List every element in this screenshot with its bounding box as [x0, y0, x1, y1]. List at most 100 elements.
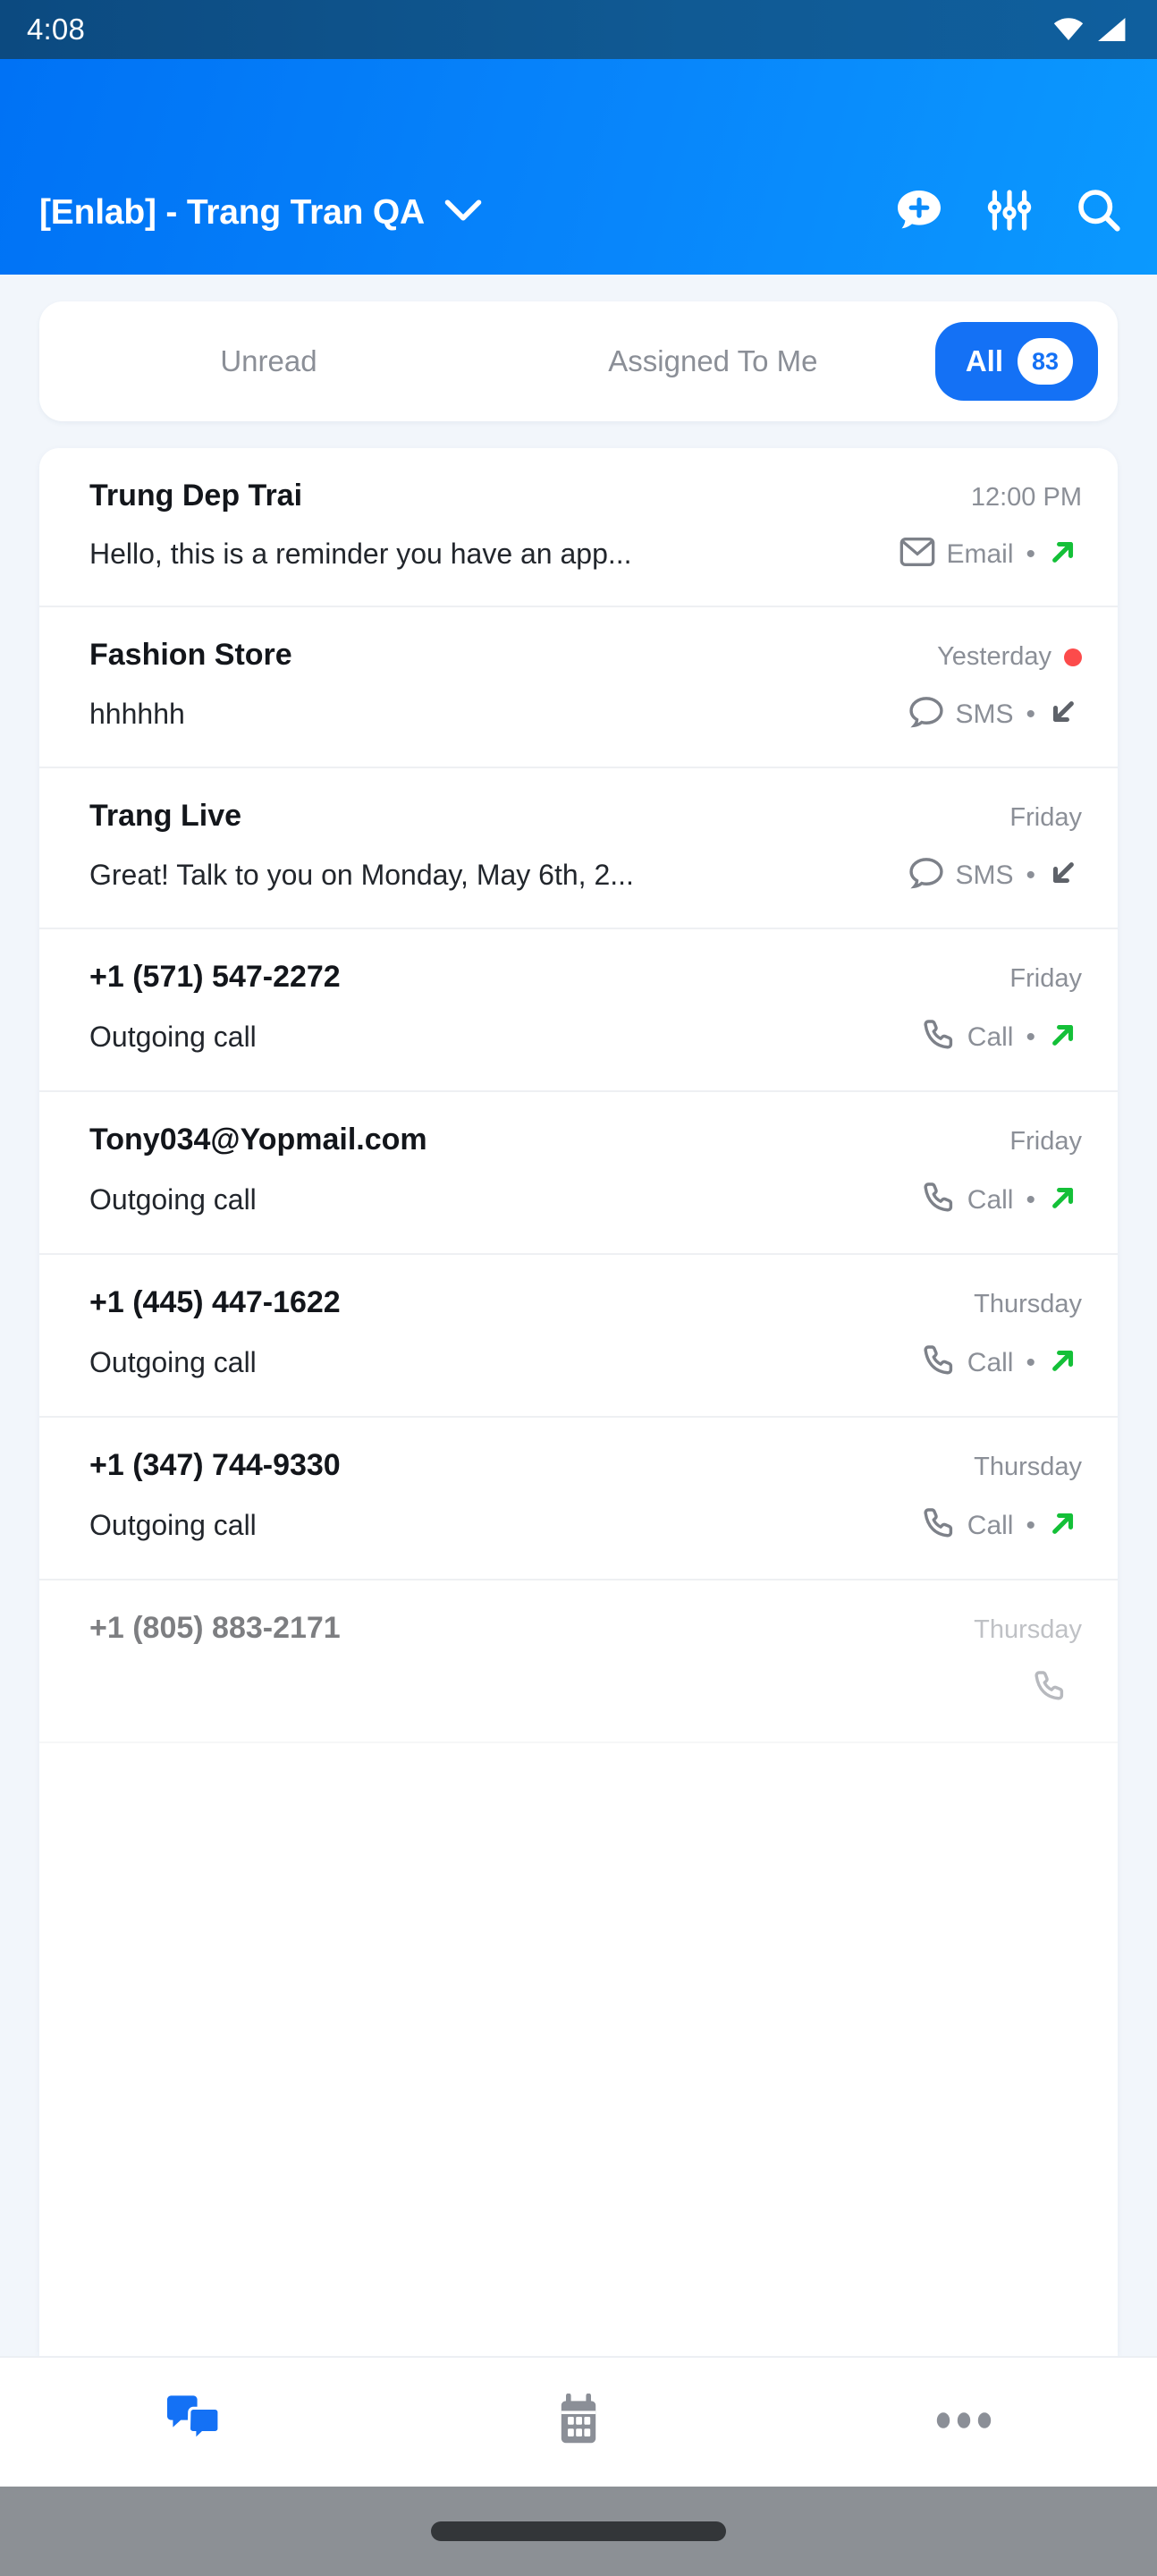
conversation-channel-meta: Call •	[921, 1343, 1082, 1382]
conversation-row[interactable]: +1 (445) 447-1622 Thursday Outgoing call…	[39, 1255, 1118, 1418]
conversation-preview: Outgoing call	[89, 1021, 257, 1053]
conversation-name: Trung Dep Trai	[89, 479, 303, 513]
tab-assigned-to-me[interactable]: Assigned To Me	[491, 344, 935, 378]
conversation-row[interactable]: +1 (571) 547-2272 Friday Outgoing call C…	[39, 929, 1118, 1092]
arrow-up-right-icon	[1048, 537, 1078, 572]
conversation-channel-meta: SMS •	[908, 857, 1082, 894]
chevron-down-icon[interactable]	[444, 199, 482, 226]
tab-all-count-badge: 83	[1018, 338, 1074, 385]
sms-bubble-icon	[908, 696, 944, 733]
cellular-signal-icon	[1098, 18, 1127, 41]
search-icon[interactable]	[1077, 188, 1121, 237]
conversation-name: +1 (347) 744-9330	[89, 1448, 341, 1482]
tab-all-label: All	[965, 344, 1004, 377]
wifi-icon	[1053, 18, 1084, 41]
status-bar-clock: 4:08	[27, 13, 86, 46]
tab-all[interactable]: All 83	[934, 322, 1099, 401]
conversation-row[interactable]: +1 (805) 883-2171 Thursday	[39, 1580, 1118, 1743]
conversation-channel-meta: Call •	[921, 1506, 1082, 1545]
conversation-name: Fashion Store	[89, 638, 292, 672]
conversation-row[interactable]: +1 (347) 744-9330 Thursday Outgoing call…	[39, 1418, 1118, 1580]
conversation-time: Friday	[1009, 1127, 1082, 1156]
new-message-icon[interactable]	[896, 189, 942, 236]
meta-separator: •	[1026, 1510, 1035, 1540]
arrow-up-right-icon	[1048, 1345, 1078, 1380]
meta-separator: •	[1026, 538, 1035, 569]
conversation-preview: Hello, this is a reminder you have an ap…	[89, 538, 632, 570]
conversation-channel-label: Call	[967, 1510, 1014, 1540]
phone-icon	[1032, 1669, 1068, 1707]
conversation-time: Thursday	[974, 1290, 1082, 1318]
conversation-channel-meta: Call •	[921, 1181, 1082, 1219]
arrow-up-right-icon	[1048, 1508, 1078, 1543]
arrow-up-right-icon	[1048, 1020, 1078, 1055]
calendar-icon	[555, 2393, 602, 2452]
conversation-preview: Outgoing call	[89, 1346, 257, 1378]
conversation-channel-meta: Call •	[921, 1018, 1082, 1056]
status-bar: 4:08	[0, 0, 1157, 59]
account-title: [Enlab] - Trang Tran QA	[39, 192, 425, 232]
conversation-channel-meta	[1032, 1669, 1082, 1707]
arrow-down-left-icon	[1048, 858, 1078, 893]
conversation-time: Thursday	[974, 1615, 1082, 1644]
phone-icon	[921, 1181, 957, 1219]
sms-bubble-icon	[908, 857, 944, 894]
meta-separator: •	[1026, 699, 1035, 729]
system-gesture-bar	[0, 2487, 1157, 2576]
more-dots-icon	[936, 2410, 992, 2436]
filter-tabs-container: Unread Assigned To Me All 83	[0, 275, 1157, 421]
conversation-channel-label: Call	[967, 1347, 1014, 1377]
filter-tabs: Unread Assigned To Me All 83	[39, 301, 1118, 421]
meta-separator: •	[1026, 1021, 1035, 1052]
conversation-row[interactable]: Trang Live Friday Great! Talk to you on …	[39, 768, 1118, 929]
bottom-navigation	[0, 2356, 1157, 2487]
conversation-name: +1 (805) 883-2171	[89, 1611, 341, 1645]
arrow-up-right-icon	[1048, 1182, 1078, 1217]
conversation-time: 12:00 PM	[970, 483, 1082, 512]
tab-unread[interactable]: Unread	[46, 344, 491, 378]
email-icon	[899, 537, 935, 572]
conversation-channel-label: Call	[967, 1184, 1014, 1215]
phone-icon	[921, 1018, 957, 1056]
conversation-channel-label: SMS	[955, 860, 1014, 890]
conversation-name: +1 (445) 447-1622	[89, 1285, 341, 1319]
meta-separator: •	[1026, 860, 1035, 890]
arrow-down-left-icon	[1048, 697, 1078, 732]
conversation-channel-label: SMS	[955, 699, 1014, 729]
status-bar-icons	[1053, 18, 1127, 41]
nav-more[interactable]	[772, 2358, 1157, 2487]
meta-separator: •	[1026, 1347, 1035, 1377]
conversation-preview: Outgoing call	[89, 1509, 257, 1541]
tab-all-holder: All 83	[934, 322, 1099, 401]
conversation-row[interactable]: Fashion Store Yesterday hhhhhh SMS •	[39, 607, 1118, 768]
phone-icon	[921, 1343, 957, 1382]
conversation-channel-label: Call	[967, 1021, 1014, 1052]
home-indicator[interactable]	[431, 2521, 726, 2541]
conversation-name: +1 (571) 547-2272	[89, 960, 341, 994]
nav-inbox[interactable]	[0, 2358, 385, 2487]
conversation-preview: hhhhhh	[89, 698, 185, 730]
filter-icon[interactable]	[987, 189, 1032, 236]
account-switcher[interactable]: [Enlab] - Trang Tran QA	[39, 193, 482, 233]
conversation-row[interactable]: Tony034@Yopmail.com Friday Outgoing call…	[39, 1092, 1118, 1255]
app-bar-actions	[896, 188, 1127, 237]
app-bar: [Enlab] - Trang Tran QA	[0, 59, 1157, 275]
meta-separator: •	[1026, 1184, 1035, 1215]
conversation-preview: Great! Talk to you on Monday, May 6th, 2…	[89, 859, 634, 891]
conversation-channel-label: Email	[946, 538, 1014, 569]
conversation-preview: Outgoing call	[89, 1183, 257, 1216]
conversation-name: Tony034@Yopmail.com	[89, 1123, 427, 1157]
phone-icon	[921, 1506, 957, 1545]
conversation-time: Friday	[1009, 803, 1082, 832]
conversation-channel-meta: SMS •	[908, 696, 1082, 733]
conversation-row[interactable]: Trung Dep Trai 12:00 PM Hello, this is a…	[39, 448, 1118, 607]
unread-indicator-dot	[1064, 648, 1082, 666]
chat-bubbles-icon	[164, 2394, 223, 2452]
nav-calendar[interactable]	[385, 2358, 771, 2487]
app-root: 4:08 [Enlab] - Trang Tran QA Unread Assi…	[0, 0, 1157, 2576]
conversation-time: Thursday	[974, 1453, 1082, 1481]
conversation-name: Trang Live	[89, 799, 242, 833]
conversation-list[interactable]: Trung Dep Trai 12:00 PM Hello, this is a…	[39, 448, 1118, 2356]
conversation-channel-meta: Email •	[899, 537, 1082, 572]
conversation-time: Friday	[1009, 964, 1082, 993]
